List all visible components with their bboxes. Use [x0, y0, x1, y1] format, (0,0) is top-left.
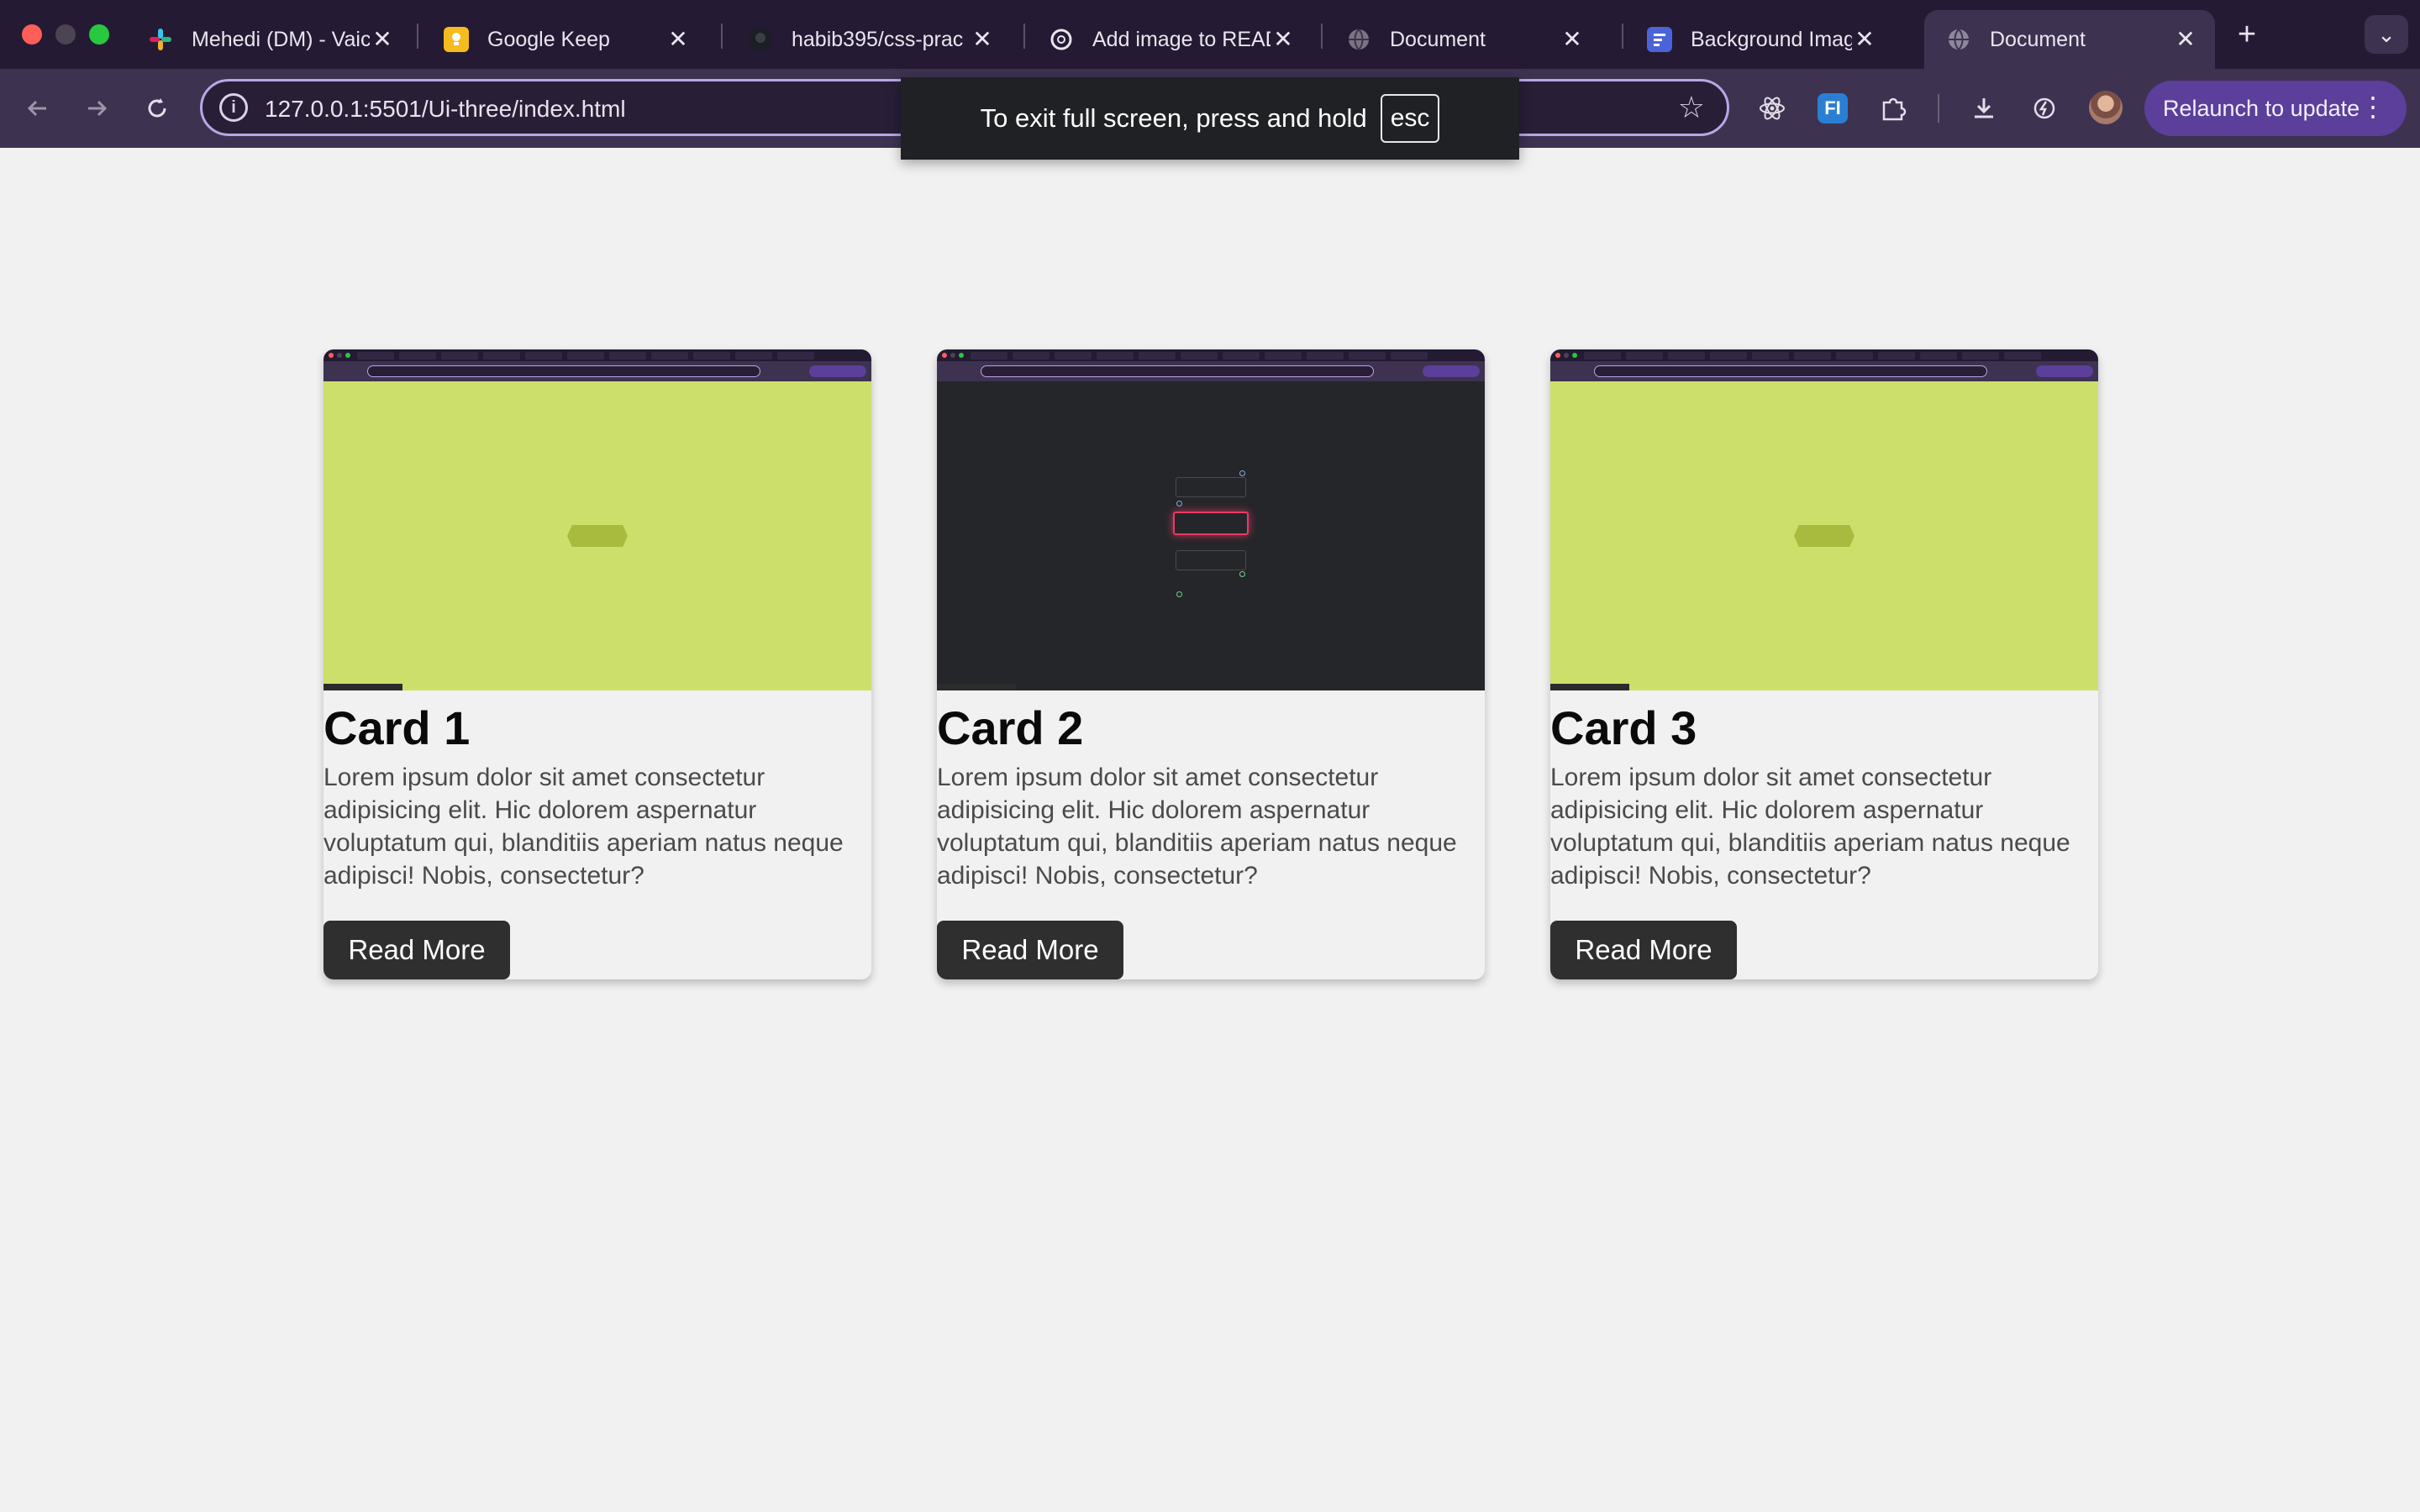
- tab-document[interactable]: Document ✕: [1324, 10, 1602, 69]
- minimize-window-button[interactable]: [55, 24, 76, 45]
- card: Card 2 Lorem ipsum dolor sit amet consec…: [937, 349, 1485, 979]
- card-description: Lorem ipsum dolor sit amet consectetur a…: [324, 764, 844, 890]
- reload-button[interactable]: [136, 87, 178, 129]
- glowing-button-shape: [1173, 512, 1249, 535]
- arrow-right-icon: [88, 100, 108, 117]
- card-image-tabbar: [937, 349, 1485, 361]
- card-image-tabbar: [1550, 349, 2098, 361]
- tab-google-keep[interactable]: Google Keep ✕: [422, 10, 708, 69]
- arrow-button-shape: [1794, 525, 1854, 547]
- card-image-body: [937, 381, 1485, 690]
- arrow-left-icon: [27, 100, 46, 117]
- tab-title: habib395/css-prac: [792, 27, 964, 51]
- keep-icon: [444, 27, 469, 52]
- slack-icon: [148, 27, 173, 52]
- arrow-button-shape: [567, 525, 628, 547]
- reload-icon: [148, 98, 166, 118]
- chevron-down-icon: ⌄: [2377, 22, 2396, 47]
- tab-close-icon[interactable]: ✕: [1560, 27, 1585, 52]
- card-image-toolbar: [1550, 361, 2098, 381]
- docs-icon: [1647, 27, 1672, 52]
- tab-title: Google Keep: [487, 27, 610, 51]
- tab-title: Document: [1990, 27, 2086, 51]
- card-image-body: [1550, 381, 2098, 690]
- tab-divider: [1023, 24, 1025, 49]
- tab-close-icon[interactable]: ✕: [370, 27, 395, 52]
- card-image: [324, 349, 871, 690]
- fi-extension-icon[interactable]: FI: [1818, 93, 1848, 123]
- tab-divider: [417, 24, 418, 49]
- card-description: Lorem ipsum dolor sit amet consectetur a…: [937, 764, 1457, 890]
- card-title: Card 3: [1550, 701, 1697, 754]
- tab-title: Document: [1390, 27, 1486, 51]
- tab-close-icon[interactable]: ✕: [1270, 27, 1296, 52]
- tab-document-active[interactable]: Document ✕: [1924, 10, 2215, 69]
- card-image: [937, 349, 1485, 690]
- card-image-toolbar: [324, 361, 871, 381]
- card-image-toolbar: [937, 361, 1485, 381]
- bookmark-star-icon[interactable]: ☆: [1678, 90, 1705, 125]
- tab-search-button[interactable]: ⌄: [2365, 15, 2408, 54]
- relaunch-button[interactable]: Relaunch to update ⋮: [2144, 81, 2407, 136]
- node-dot: [1176, 501, 1182, 507]
- openai-icon: [1049, 27, 1074, 52]
- card-image-body: [324, 381, 871, 690]
- tab-divider: [1321, 24, 1323, 49]
- fullscreen-notice-text: To exit full screen, press and hold: [980, 103, 1367, 133]
- new-tab-button[interactable]: +: [2228, 17, 2265, 54]
- performance-icon[interactable]: [2025, 89, 2064, 128]
- forward-button[interactable]: [76, 87, 118, 129]
- tab-divider: [721, 24, 723, 49]
- card: Card 1 Lorem ipsum dolor sit amet consec…: [324, 349, 871, 979]
- react-devtools-icon[interactable]: [1753, 89, 1791, 128]
- node-dot: [1239, 470, 1245, 476]
- outline-button-shape: [1176, 477, 1246, 497]
- card-image-tabbar: [324, 349, 871, 361]
- tab-title: Add image to READ: [1092, 27, 1270, 51]
- tab-divider: [1622, 24, 1623, 49]
- tab-close-icon[interactable]: ✕: [2173, 27, 2198, 52]
- tab-title: Background Image: [1691, 27, 1852, 51]
- address-url: 127.0.0.1:5501/Ui-three/index.html: [265, 96, 626, 122]
- read-more-button[interactable]: Read More: [324, 921, 510, 979]
- fullscreen-notice: To exit full screen, press and hold esc: [901, 77, 1519, 160]
- tab-strip: Mehedi (DM) - Vaic ✕ Google Keep ✕ habib…: [0, 0, 2420, 69]
- profile-avatar[interactable]: [2089, 91, 2123, 124]
- fullscreen-window-button[interactable]: [89, 24, 109, 45]
- node-dot: [1239, 571, 1245, 577]
- download-icon[interactable]: [1965, 89, 2003, 128]
- site-info-icon[interactable]: i: [219, 93, 248, 122]
- tab-close-icon[interactable]: ✕: [666, 27, 691, 52]
- tab-title: Mehedi (DM) - Vaic: [192, 27, 370, 51]
- back-button[interactable]: [17, 87, 59, 129]
- tab-close-icon[interactable]: ✕: [970, 27, 995, 52]
- globe-icon: [1346, 27, 1371, 52]
- card-image: [1550, 349, 2098, 690]
- github-icon: [748, 27, 773, 52]
- esc-key-badge: esc: [1380, 94, 1440, 143]
- card: Card 3 Lorem ipsum dolor sit amet consec…: [1550, 349, 2098, 979]
- globe-icon: [1946, 27, 1971, 52]
- card-title: Card 1: [324, 701, 471, 754]
- toolbar-divider: [1938, 94, 1939, 123]
- read-more-button[interactable]: Read More: [937, 921, 1123, 979]
- read-more-button[interactable]: Read More: [1550, 921, 1737, 979]
- relaunch-label: Relaunch to update: [2163, 95, 2360, 121]
- tab-close-icon[interactable]: ✕: [1852, 27, 1877, 52]
- more-menu-icon[interactable]: ⋮: [2360, 91, 2386, 123]
- tab-background-image[interactable]: Background Image ✕: [1625, 10, 1894, 69]
- extensions-puzzle-icon[interactable]: [1874, 89, 1912, 128]
- card-title: Card 2: [937, 701, 1084, 754]
- card-description: Lorem ipsum dolor sit amet consectetur a…: [1550, 764, 2070, 890]
- node-dot: [1176, 591, 1182, 597]
- tab-github[interactable]: habib395/css-prac ✕: [726, 10, 1012, 69]
- tab-slack[interactable]: Mehedi (DM) - Vaic ✕: [126, 10, 412, 69]
- close-window-button[interactable]: [22, 24, 42, 45]
- outline-button-shape: [1176, 550, 1246, 570]
- tab-chatgpt[interactable]: Add image to READ ✕: [1027, 10, 1313, 69]
